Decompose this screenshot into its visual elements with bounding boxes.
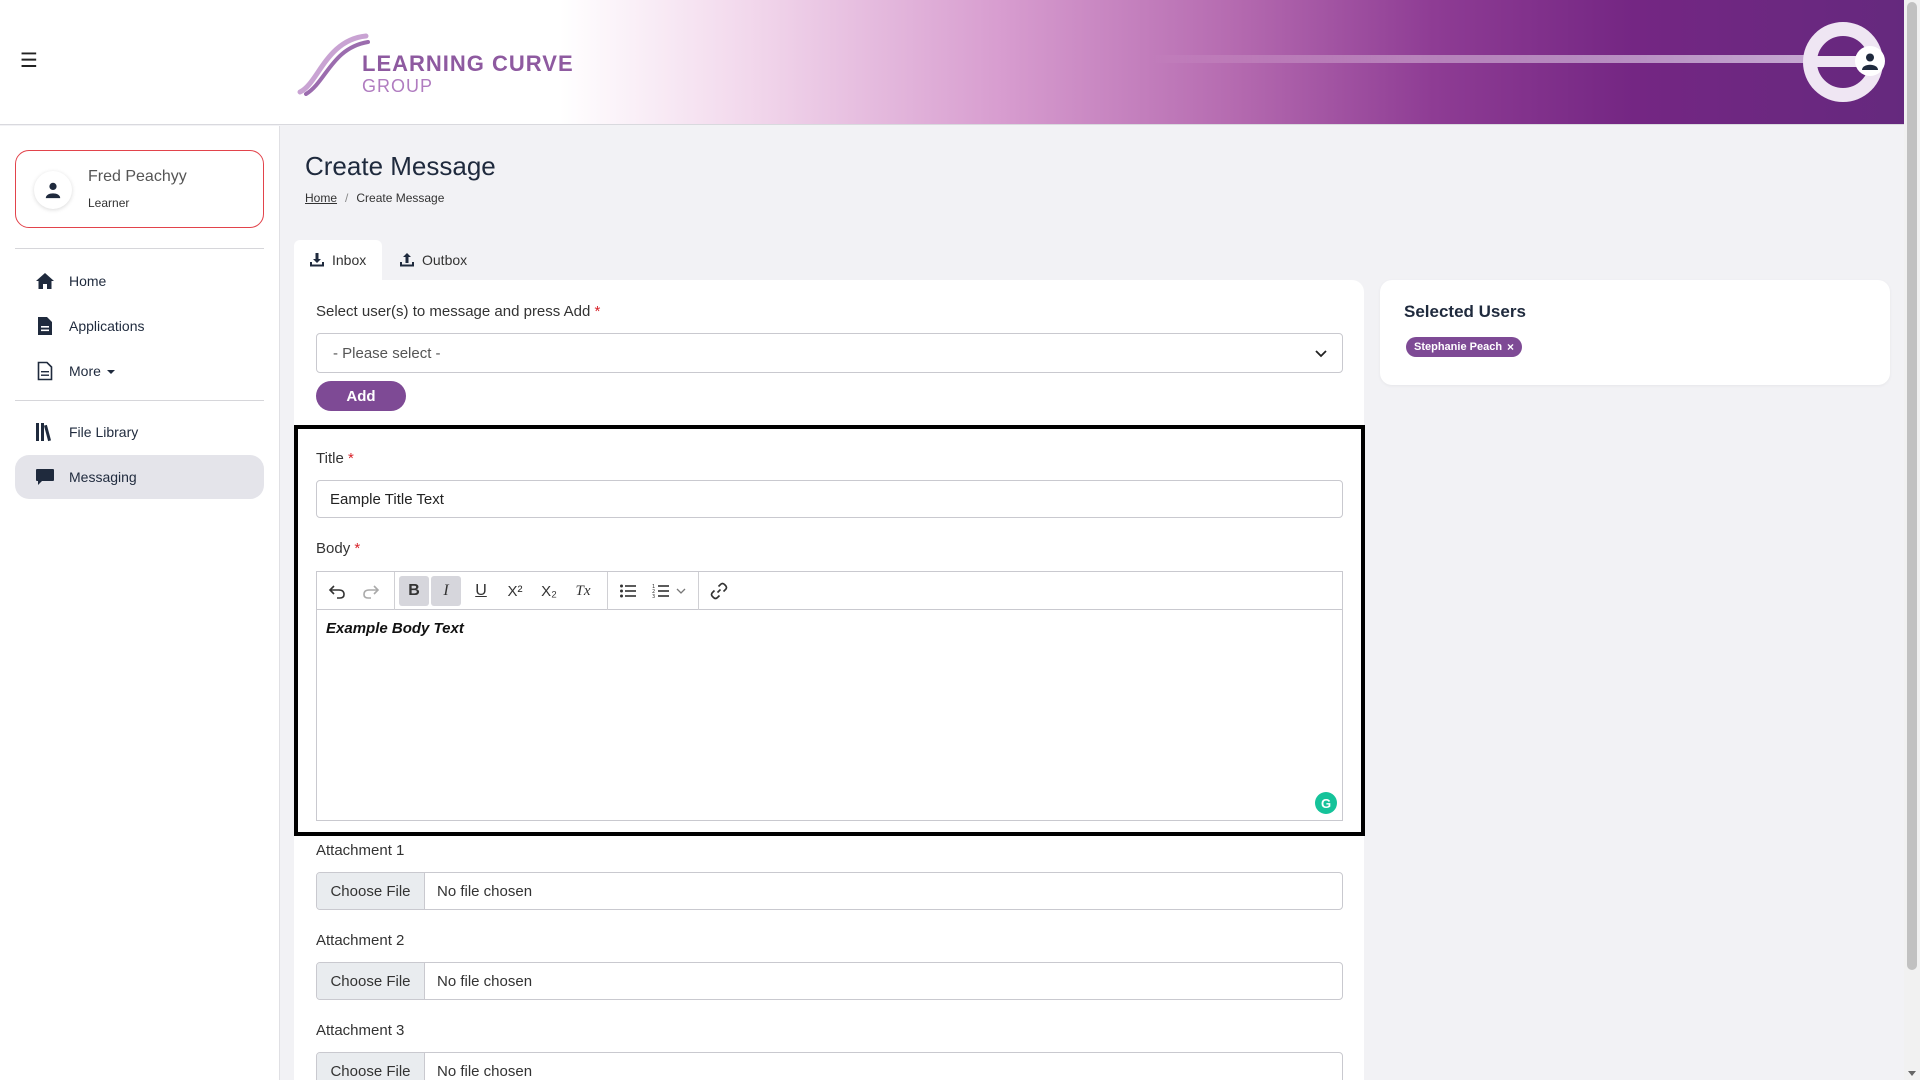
bullet-list-icon[interactable] [613, 576, 643, 606]
choose-file-button[interactable]: Choose File [317, 873, 425, 909]
tab-outbox[interactable]: Outbox [384, 240, 484, 280]
recipient-select-label: Select user(s) to message and press Add … [316, 303, 601, 320]
title-label: Title * [316, 450, 354, 467]
header-streak [1150, 55, 1810, 63]
selected-user-chip[interactable]: Stephanie Peach × [1406, 337, 1523, 357]
file-status-text: No file chosen [437, 973, 533, 990]
title-input-value: Eample Title Text [330, 491, 444, 508]
chevron-down-icon [1314, 346, 1328, 365]
title-input[interactable]: Eample Title Text [316, 480, 1343, 518]
tab-label: Inbox [332, 252, 367, 268]
upload-icon [400, 253, 414, 267]
scrollbar-thumb[interactable] [1907, 2, 1917, 970]
sidebar-divider [15, 400, 264, 401]
body-label: Body * [316, 540, 361, 557]
bold-button[interactable]: B [399, 576, 429, 606]
italic-button[interactable]: I [431, 576, 461, 606]
choose-file-button[interactable]: Choose File [317, 1053, 425, 1080]
sidebar-item-file-library[interactable]: File Library [15, 410, 264, 454]
required-marker: * [594, 303, 601, 320]
attachment-label: Attachment 2 [316, 932, 405, 949]
required-marker: * [347, 450, 354, 467]
toolbar-separator [607, 572, 608, 610]
superscript-button[interactable]: X² [500, 576, 530, 606]
sidebar-item-messaging[interactable]: Messaging [15, 455, 264, 499]
redo-icon[interactable] [356, 576, 386, 606]
attachment-1-input[interactable]: Choose File No file chosen [316, 872, 1343, 910]
file-status-text: No file chosen [437, 883, 533, 900]
recipient-select-value: - Please select - [333, 345, 441, 362]
selected-users-title: Selected Users [1404, 302, 1526, 321]
logo-text-main: LEARNING CURVE [362, 51, 574, 76]
caret-down-icon [106, 370, 115, 375]
profile-name: Fred Peachyy [88, 168, 187, 185]
recipient-select[interactable]: - Please select - [316, 333, 1343, 373]
profile-role: Learner [88, 196, 130, 210]
attachment-label: Attachment 3 [316, 1022, 405, 1039]
selected-user-name: Stephanie Peach [1414, 341, 1503, 353]
user-account-icon[interactable] [1855, 46, 1885, 76]
grammarly-icon[interactable]: G [1315, 792, 1337, 814]
sidebar-item-label: Home [69, 273, 107, 289]
tab-inbox[interactable]: Inbox [294, 240, 382, 280]
toolbar-separator [394, 572, 395, 610]
link-icon[interactable] [704, 576, 734, 606]
choose-file-button[interactable]: Choose File [317, 963, 425, 999]
sidebar-item-label: Messaging [69, 469, 137, 485]
undo-icon[interactable] [322, 576, 352, 606]
sidebar-item-more[interactable]: More [15, 349, 264, 393]
sidebar-item-home[interactable]: Home [15, 259, 264, 303]
user-profile-card[interactable]: Fred Peachyy Learner [15, 150, 264, 228]
page-scrollbar[interactable] [1904, 0, 1920, 1080]
breadcrumb-home-link[interactable]: Home [305, 191, 337, 205]
sidebar-item-applications[interactable]: Applications [15, 304, 264, 348]
document-icon [35, 316, 55, 336]
body-rich-text-editor[interactable]: B I U X² X₂ Tx 123 Example Body Text G [316, 571, 1343, 821]
library-icon [35, 422, 55, 442]
selected-users-card: Selected Users Stephanie Peach × [1380, 280, 1890, 385]
add-recipient-button[interactable]: Add [316, 381, 406, 411]
scroll-down-arrow-icon[interactable] [1908, 1071, 1916, 1076]
top-header: ☰ LEARNING CURVE GROUP [0, 0, 1904, 125]
breadcrumb-separator: / [345, 191, 349, 205]
page-title: Create Message [305, 151, 496, 181]
editor-toolbar: B I U X² X₂ Tx 123 [317, 572, 1342, 610]
attachment-2-input[interactable]: Choose File No file chosen [316, 962, 1343, 1000]
menu-toggle-icon[interactable]: ☰ [18, 50, 40, 72]
company-logo[interactable]: LEARNING CURVE GROUP [296, 28, 573, 98]
list-options-chevron-icon[interactable] [672, 576, 690, 606]
subscript-button[interactable]: X₂ [534, 576, 564, 606]
attachment-label: Attachment 1 [316, 842, 405, 859]
attachment-3-input[interactable]: Choose File No file chosen [316, 1052, 1343, 1080]
file-status-text: No file chosen [437, 1063, 533, 1080]
underline-button[interactable]: U [466, 576, 496, 606]
download-icon [310, 253, 324, 267]
breadcrumb-current: Create Message [356, 191, 445, 205]
file-icon [35, 361, 55, 381]
home-icon [35, 271, 55, 291]
tab-label: Outbox [422, 252, 468, 268]
chat-icon [35, 467, 55, 487]
sidebar-item-label: File Library [69, 424, 139, 440]
sidebar-item-label: Applications [69, 318, 145, 334]
remove-user-icon[interactable]: × [1507, 340, 1514, 354]
sidebar-divider [15, 248, 264, 249]
logo-text-sub: GROUP [362, 76, 434, 96]
sidebar: Fred Peachyy Learner Home Applications M… [0, 126, 280, 1080]
toolbar-separator [698, 572, 699, 610]
body-editor-content[interactable]: Example Body Text [326, 620, 464, 637]
avatar-icon [34, 171, 72, 209]
clear-formatting-button[interactable]: Tx [568, 576, 598, 606]
required-marker: * [354, 540, 361, 557]
svg-text:3: 3 [652, 594, 655, 599]
sidebar-item-label: More [69, 363, 115, 379]
breadcrumb: Home / Create Message [305, 191, 444, 205]
